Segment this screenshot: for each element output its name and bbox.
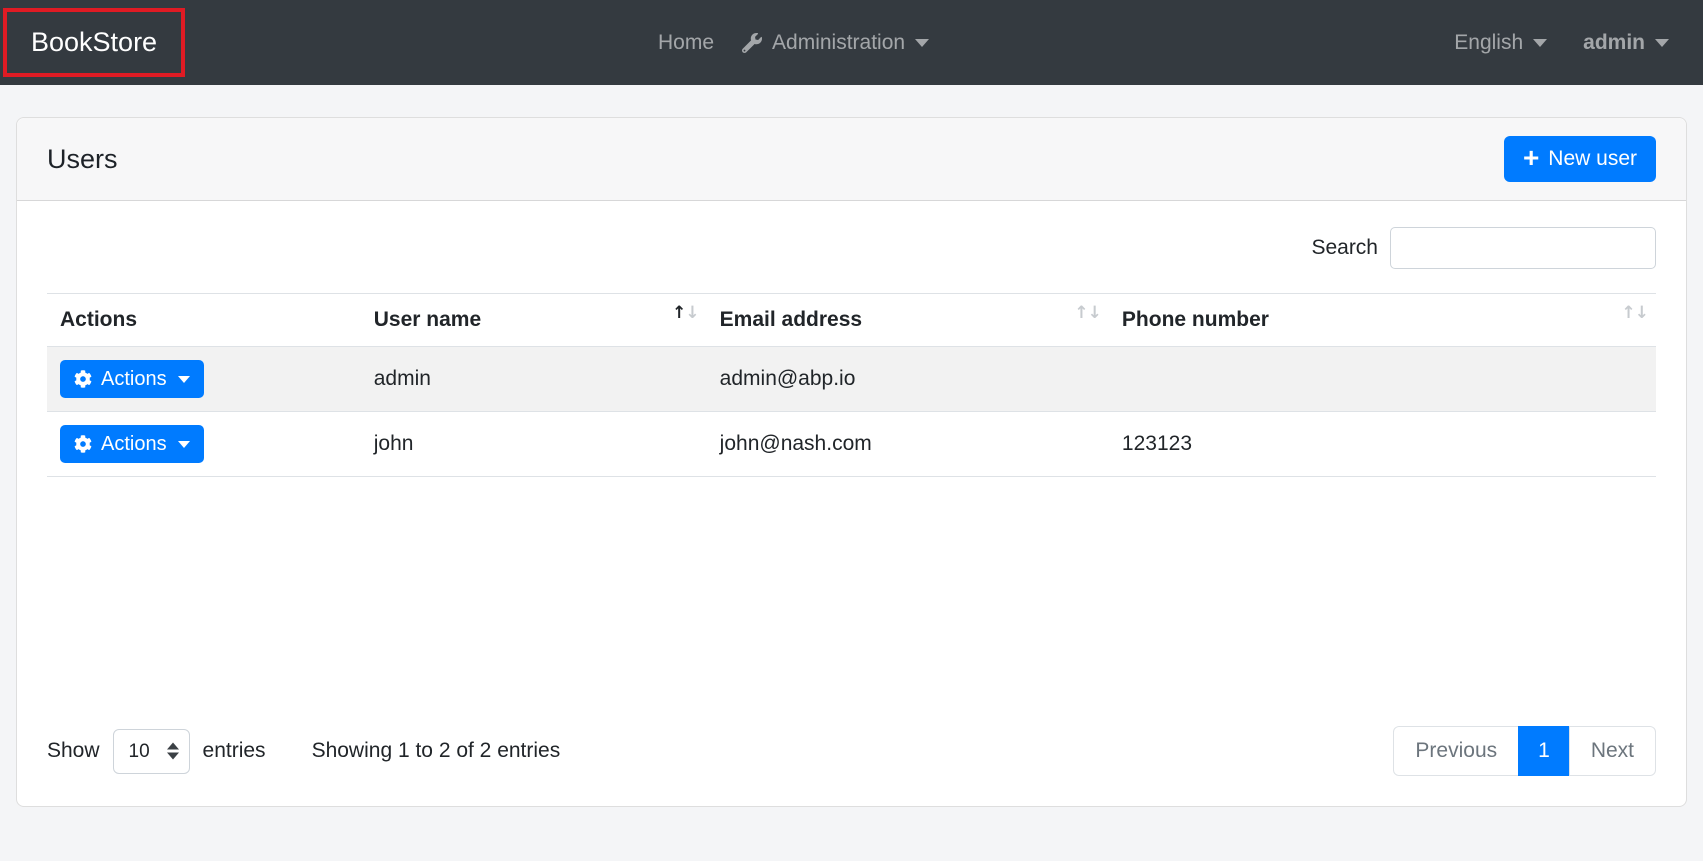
language-dropdown[interactable]: English	[1454, 30, 1548, 55]
wrench-icon	[742, 32, 763, 53]
users-card-body: Search Actions User name ↑↓ Email addres…	[17, 201, 1686, 806]
sort-icon-user-name: ↑↓	[672, 303, 700, 323]
plus-icon: +	[1522, 141, 1540, 173]
page-title: Users	[47, 143, 118, 174]
row-actions-button[interactable]: Actions	[60, 425, 204, 463]
pagination: Previous 1 Next	[1393, 726, 1656, 776]
previous-page-button[interactable]: Previous	[1393, 726, 1520, 776]
email-cell: admin@abp.io	[706, 346, 1109, 412]
entries-label: entries	[202, 739, 266, 762]
table-header-row: Actions User name ↑↓ Email address ↑↓ Ph…	[47, 293, 1656, 347]
page-size-select[interactable]: 10	[112, 728, 190, 774]
search-label: Search	[1311, 236, 1378, 259]
nav-item-home[interactable]: Home	[658, 31, 714, 55]
new-user-button[interactable]: + New user	[1503, 136, 1656, 182]
chevron-down-icon	[177, 440, 190, 448]
phone-cell: 123123	[1108, 411, 1656, 477]
sort-icon-phone: ↑↓	[1621, 303, 1650, 323]
email-cell: john@nash.com	[706, 411, 1109, 477]
chevron-down-icon	[1655, 38, 1669, 47]
row-actions-label: Actions	[101, 367, 167, 390]
page-size-select-wrap: 10	[112, 728, 190, 774]
actions-cell: Actions	[47, 346, 361, 412]
search-input[interactable]	[1390, 227, 1656, 269]
column-header-actions: Actions	[47, 293, 361, 347]
table-search-row: Search	[47, 227, 1656, 269]
users-table: Actions User name ↑↓ Email address ↑↓ Ph…	[47, 293, 1656, 477]
table-info-text: Showing 1 to 2 of 2 entries	[311, 739, 561, 762]
table-row: Actions admin admin@abp.io	[47, 346, 1656, 412]
nav-item-administration[interactable]: Administration	[742, 30, 930, 55]
user-name-cell: john	[360, 411, 707, 477]
row-actions-label: Actions	[101, 432, 167, 455]
users-card-header: Users + New user	[17, 118, 1686, 201]
users-card: Users + New user Search Actions User nam…	[16, 117, 1687, 807]
next-page-button[interactable]: Next	[1568, 726, 1656, 776]
chevron-down-icon	[177, 375, 190, 383]
row-actions-button[interactable]: Actions	[60, 360, 204, 398]
show-label: Show	[47, 739, 100, 762]
column-header-phone[interactable]: Phone number ↑↓	[1108, 293, 1656, 347]
main-menu: Home Administration	[658, 0, 930, 85]
new-user-button-label: New user	[1548, 147, 1637, 170]
actions-cell: Actions	[47, 411, 361, 477]
gear-icon	[74, 370, 92, 388]
brand-link[interactable]: BookStore	[31, 27, 157, 57]
chevron-down-icon	[915, 38, 930, 47]
nav-administration-label: Administration	[772, 30, 906, 54]
table-footer: Show 10 entries Showing 1 to 2 of 2 entr…	[47, 726, 1656, 776]
user-name-cell: admin	[360, 346, 707, 412]
annotation-box: BookStore	[3, 8, 186, 77]
gear-icon	[74, 435, 92, 453]
page-1-button[interactable]: 1	[1518, 726, 1570, 776]
navbar-right: English admin	[1454, 31, 1683, 55]
column-header-user-name[interactable]: User name ↑↓	[360, 293, 707, 347]
language-label: English	[1454, 30, 1524, 54]
user-label: admin	[1583, 30, 1645, 54]
sort-icon-email: ↑↓	[1074, 303, 1102, 323]
user-dropdown[interactable]: admin	[1583, 31, 1669, 55]
chevron-down-icon	[1533, 38, 1548, 47]
column-header-email[interactable]: Email address ↑↓	[706, 293, 1109, 347]
table-row: Actions john john@nash.com 123123	[47, 411, 1656, 477]
top-navbar: BookStore Home Administration English ad…	[0, 0, 1703, 85]
page-length-control: Show 10 entries	[47, 728, 266, 774]
phone-cell	[1108, 346, 1656, 412]
